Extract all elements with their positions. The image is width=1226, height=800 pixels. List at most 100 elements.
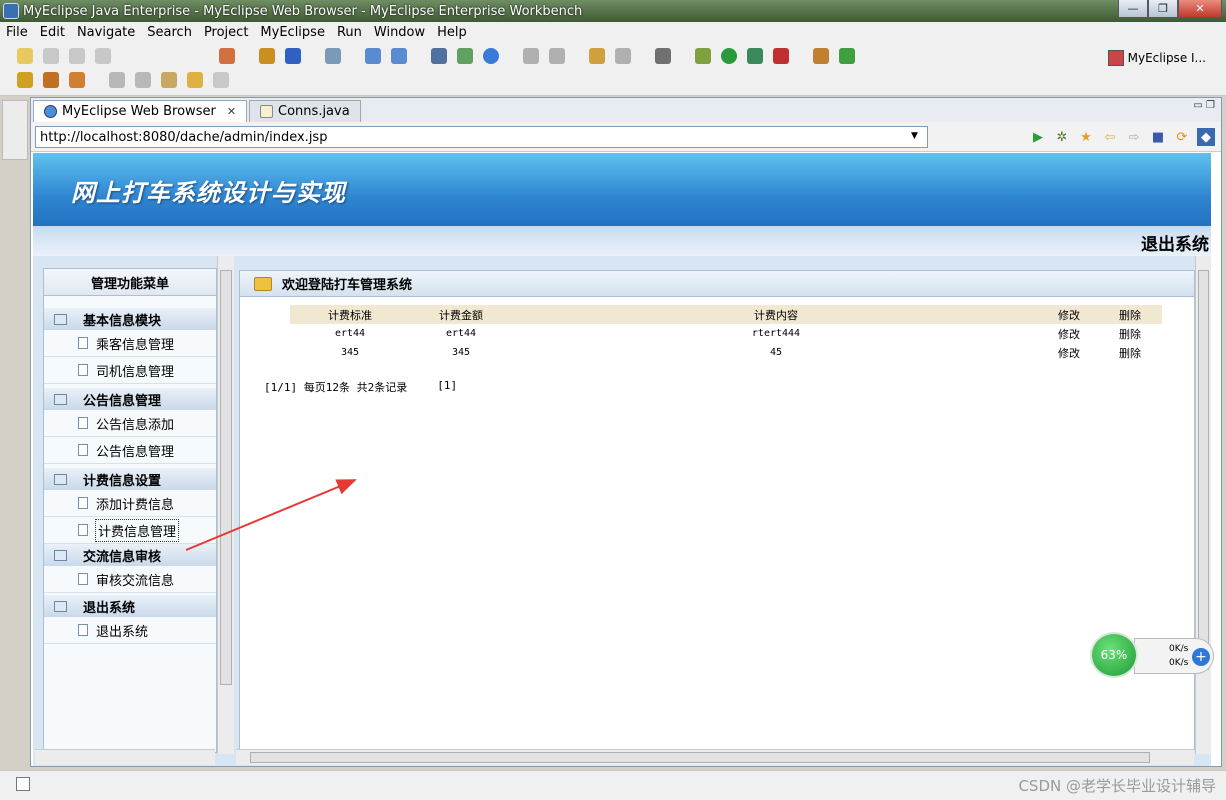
print-icon[interactable] [95, 48, 111, 64]
sidebar-item-notice-manage[interactable]: 公告信息管理 [44, 437, 216, 464]
sidebar-section-exchange[interactable]: 交流信息审核 [44, 544, 216, 566]
left-trim-stack[interactable] [2, 100, 28, 160]
network-speed-widget[interactable]: 0K/s 0K/s + 63% [1090, 632, 1216, 678]
edit-link[interactable]: 修改 [1040, 343, 1098, 362]
main-horizontal-scrollbar[interactable] [236, 749, 1194, 765]
menu-project[interactable]: Project [198, 25, 254, 40]
save-all-icon[interactable] [69, 48, 85, 64]
maximize-button[interactable]: ❐ [1148, 0, 1178, 18]
column-header: 计费标准 [290, 305, 410, 324]
prev-annotation-icon[interactable] [135, 72, 151, 88]
tab-conns-java[interactable]: Conns.java [249, 100, 361, 122]
save-icon[interactable] [43, 48, 59, 64]
section-title: 交流信息审核 [83, 549, 162, 565]
menu-run[interactable]: Run [331, 25, 368, 40]
minimize-button[interactable]: — [1118, 0, 1148, 18]
menu-help[interactable]: Help [431, 25, 473, 40]
close-tab-icon[interactable]: ✕ [227, 105, 236, 118]
sidebar-section-logout[interactable]: 退出系统 [44, 595, 216, 617]
perspective-icon [1107, 50, 1124, 66]
sidebar-horizontal-scrollbar[interactable] [35, 749, 215, 765]
forward-arrow-icon[interactable] [213, 72, 229, 88]
last-edit-icon[interactable] [161, 72, 177, 88]
watermark: CSDN @老学长毕业设计辅导 [1018, 777, 1216, 795]
connect-icon[interactable] [549, 48, 565, 64]
perspective-switcher[interactable]: MyEclipse I... [1107, 50, 1206, 66]
globe-icon[interactable] [483, 48, 499, 64]
main-panel: 欢迎登陆打车管理系统 计费标准 计费金额 计费内容 修改 删除 ert44 er… [239, 270, 1195, 750]
menu-myeclipse[interactable]: MyEclipse [254, 25, 331, 40]
delete-link[interactable]: 删除 [1098, 343, 1162, 362]
web20-icon[interactable] [325, 48, 341, 64]
debug-icon[interactable]: ✲ [1053, 128, 1071, 146]
sidebar-item-fee-add[interactable]: 添加计费信息 [44, 490, 216, 517]
deploy-server-icon[interactable] [457, 48, 473, 64]
editor-tabs: MyEclipse Web Browser ✕ Conns.java ▭ ❐ [31, 98, 1221, 122]
menu-file[interactable]: File [0, 25, 34, 40]
sidebar-section-basic-info[interactable]: 基本信息模块 [44, 308, 216, 330]
forward-icon[interactable]: ⇨ [1125, 128, 1143, 146]
page-link[interactable]: [1] [437, 379, 457, 395]
uml-icon[interactable] [589, 48, 605, 64]
open-folder-icon[interactable] [17, 72, 33, 88]
sidebar-item-fee-manage[interactable]: 计费信息管理 [44, 517, 216, 544]
deploy-icon[interactable] [285, 48, 301, 64]
sidebar-section-notice[interactable]: 公告信息管理 [44, 388, 216, 410]
myeclipse-icon[interactable]: ◆ [1197, 128, 1215, 146]
sidebar-section-fee[interactable]: 计费信息设置 [44, 468, 216, 490]
url-dropdown-icon[interactable]: ▼ [911, 131, 918, 141]
report-icon[interactable] [523, 48, 539, 64]
open-type-icon[interactable] [365, 48, 381, 64]
refresh-app-icon[interactable] [839, 48, 855, 64]
back-icon[interactable]: ⇦ [1101, 128, 1119, 146]
camera-icon[interactable] [655, 48, 671, 64]
view-maximize-icon[interactable]: ▭ ❐ [1193, 100, 1215, 111]
menu-search[interactable]: Search [141, 25, 198, 40]
ejb-icon[interactable] [259, 48, 275, 64]
logout-link[interactable]: 退出系统 [1141, 230, 1209, 255]
accelerate-icon[interactable]: + [1192, 648, 1210, 666]
stop-icon[interactable]: ■ [1149, 128, 1167, 146]
go-icon[interactable]: ▶ [1029, 128, 1047, 146]
browser-settings-icon[interactable] [615, 48, 631, 64]
tab-label: Conns.java [278, 104, 350, 119]
section-icon [54, 473, 67, 485]
page-icon [78, 573, 88, 585]
delete-link[interactable]: 删除 [1098, 324, 1162, 343]
run-icon[interactable] [721, 48, 737, 64]
new-web-project-icon[interactable] [219, 48, 235, 64]
menu-navigate[interactable]: Navigate [71, 25, 141, 40]
fast-view-icon[interactable] [16, 777, 30, 791]
sidebar-item-notice-add[interactable]: 公告信息添加 [44, 410, 216, 437]
back-arrow-icon[interactable] [187, 72, 203, 88]
section-icon [54, 393, 67, 405]
sidebar-vertical-scrollbar[interactable] [217, 256, 234, 754]
server-icon[interactable] [431, 48, 447, 64]
tab-web-browser[interactable]: MyEclipse Web Browser ✕ [33, 100, 248, 122]
url-input[interactable] [35, 126, 928, 148]
search-icon[interactable] [391, 48, 407, 64]
plugin-icon[interactable] [813, 48, 829, 64]
sidebar-item-logout[interactable]: 退出系统 [44, 617, 216, 644]
close-button[interactable]: ✕ [1178, 0, 1222, 18]
main-vertical-scrollbar[interactable] [1195, 256, 1211, 754]
next-annotation-icon[interactable] [109, 72, 125, 88]
sidebar-item-driver[interactable]: 司机信息管理 [44, 357, 216, 384]
external-tools-icon[interactable] [773, 48, 789, 64]
brush-icon[interactable] [69, 72, 85, 88]
pencil-icon[interactable] [43, 72, 59, 88]
refresh-icon[interactable]: ⟳ [1173, 128, 1191, 146]
sidebar-item-passenger[interactable]: 乘客信息管理 [44, 330, 216, 357]
memory-percent-badge[interactable]: 63% [1090, 632, 1138, 678]
favorite-icon[interactable]: ★ [1077, 128, 1095, 146]
sidebar-item-exchange-review[interactable]: 审核交流信息 [44, 566, 216, 593]
debug-run-icon[interactable] [695, 48, 711, 64]
scrollbar-thumb[interactable] [220, 270, 232, 685]
coverage-icon[interactable] [747, 48, 763, 64]
edit-link[interactable]: 修改 [1040, 324, 1098, 343]
scrollbar-thumb[interactable] [250, 752, 1150, 763]
menu-window[interactable]: Window [368, 25, 431, 40]
menu-edit[interactable]: Edit [34, 25, 71, 40]
new-icon[interactable] [17, 48, 33, 64]
scrollbar-thumb[interactable] [1198, 270, 1209, 670]
